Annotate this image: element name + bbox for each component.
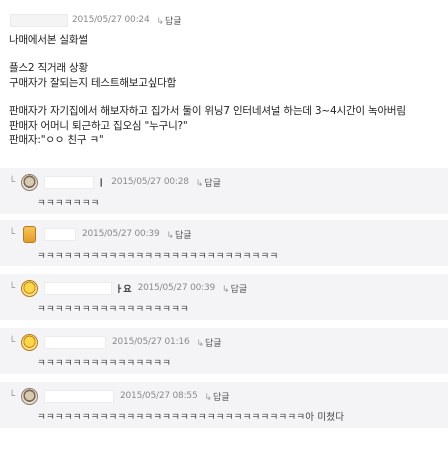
post: 2015/05/27 00:24 ↳답글 나매에서본 실화썰 플스2 직거래 상… xyxy=(0,0,448,168)
post-line: 판매자가 자기집에서 해보자하고 집가서 둘이 위닝7 인터네셔널 하는데 3~… xyxy=(9,105,406,118)
avatar-icon xyxy=(21,279,38,297)
commenter-name-redacted xyxy=(44,227,76,241)
comment-header: └ ㅏ요 2015/05/27 00:39 ↳답글 xyxy=(9,279,247,297)
avatar-icon xyxy=(21,173,38,191)
commenter-name-tail: ㅏ요 xyxy=(115,284,132,295)
reply-button[interactable]: ↳답글 xyxy=(222,282,247,295)
reply-label: 답글 xyxy=(175,230,192,241)
reply-label: 답글 xyxy=(204,178,221,189)
reply-button[interactable]: ↳답글 xyxy=(166,228,191,241)
comment-text: ㅋㅋㅋㅋㅋㅋㅋㅋㅋㅋㅋㅋㅋㅋㅋㅋㅋㅋㅋㅋㅋㅋㅋㅋㅋㅋㅋㅋㅋㅋ아 미쳤다 xyxy=(37,412,345,423)
reply-arrow-icon: ↳ xyxy=(166,230,175,241)
comment-text: ㅋㅋㅋㅋㅋㅋㅋ xyxy=(37,198,100,209)
author-name-redacted xyxy=(10,13,68,27)
avatar-icon xyxy=(21,333,38,351)
comment-header: └ 2015/05/27 00:39 ↳답글 xyxy=(9,225,192,243)
comment-header: └ ㅣ 2015/05/27 00:28 ↳답글 xyxy=(9,173,221,191)
reply-branch-icon: └ xyxy=(9,336,16,348)
reply-branch-icon: └ xyxy=(9,228,16,240)
reply-label: 답글 xyxy=(205,338,222,349)
reply-branch-icon: └ xyxy=(9,176,16,188)
reply-arrow-icon: ↳ xyxy=(204,392,213,403)
post-line: 판매자 어머니 퇴근하고 집오심 "누구니?" xyxy=(9,119,188,132)
post-paragraph: 나매에서본 실화썰 xyxy=(9,33,406,47)
commenter-name-redacted xyxy=(44,335,106,349)
commenter-name-redacted xyxy=(44,281,112,295)
reply-label: 답글 xyxy=(165,16,182,27)
commenter-name-redacted xyxy=(44,175,94,189)
comment: └ 2015/05/27 00:39 ↳답글 ㅋㅋㅋㅋㅋㅋㅋㅋㅋㅋㅋㅋㅋㅋㅋㅋㅋ… xyxy=(0,220,448,266)
reply-label: 답글 xyxy=(213,392,230,403)
reply-arrow-icon: ↳ xyxy=(156,16,165,27)
post-line: 플스2 직거래 상황 xyxy=(9,62,88,75)
reply-label: 답글 xyxy=(230,284,248,295)
comment: └ 2015/05/27 01:16 ↳답글 ㅋㅋㅋㅋㅋㅋㅋㅋㅋㅋㅋㅋㅋㅋㅋ xyxy=(0,328,448,374)
post-line: 판매자:"ㅇㅇ 친구 ㅋ" xyxy=(9,134,104,147)
reply-button[interactable]: ↳답글 xyxy=(204,390,229,403)
comment: └ 2015/05/27 08:55 ↳답글 ㅋㅋㅋㅋㅋㅋㅋㅋㅋㅋㅋㅋㅋㅋㅋㅋㅋ… xyxy=(0,382,448,428)
reply-arrow-icon: ↳ xyxy=(195,178,204,189)
comment-text: ㅋㅋㅋㅋㅋㅋㅋㅋㅋㅋㅋㅋㅋㅋㅋㅋㅋㅋㅋㅋㅋㅋㅋㅋㅋㅋㅋ xyxy=(37,251,279,262)
comment-header: └ 2015/05/27 01:16 ↳답글 xyxy=(9,333,222,351)
comment-text: ㅋㅋㅋㅋㅋㅋㅋㅋㅋㅋㅋㅋㅋㅋㅋㅋㅋ xyxy=(37,304,189,315)
reply-button[interactable]: ↳답글 xyxy=(196,336,221,349)
commenter-name-tail: ㅣ xyxy=(97,178,106,189)
post-paragraph: 판매자가 자기집에서 해보자하고 집가서 둘이 위닝7 인터네셔널 하는데 3~… xyxy=(9,104,406,147)
comment-date: 2015/05/27 00:28 xyxy=(111,177,189,187)
comment: └ ㅏ요 2015/05/27 00:39 ↳답글 ㅋㅋㅋㅋㅋㅋㅋㅋㅋㅋㅋㅋㅋㅋ… xyxy=(0,274,448,320)
commenter-name-redacted xyxy=(44,389,114,403)
reply-branch-icon: └ xyxy=(9,282,16,294)
comment-header: └ 2015/05/27 08:55 ↳답글 xyxy=(9,387,230,405)
avatar-icon xyxy=(23,225,36,243)
reply-arrow-icon: ↳ xyxy=(222,284,230,295)
post-body: 나매에서본 실화썰 플스2 직거래 상황 구매자가 잘되는지 테스트해보고싶다함… xyxy=(9,33,406,147)
comment-date: 2015/05/27 00:39 xyxy=(82,229,160,239)
post-line: 나매에서본 실화썰 xyxy=(9,34,88,46)
comment-date: 2015/05/27 01:16 xyxy=(112,337,190,347)
post-paragraph: 플스2 직거래 상황 구매자가 잘되는지 테스트해보고싶다함 xyxy=(9,61,406,90)
reply-arrow-icon: ↳ xyxy=(196,338,205,349)
reply-button[interactable]: ↳답글 xyxy=(156,14,181,27)
post-header: 2015/05/27 00:24 ↳답글 xyxy=(10,13,182,27)
reply-branch-icon: └ xyxy=(9,390,16,402)
reply-button[interactable]: ↳답글 xyxy=(196,176,221,189)
comment-date: 2015/05/27 08:55 xyxy=(120,391,198,401)
comment-text: ㅋㅋㅋㅋㅋㅋㅋㅋㅋㅋㅋㅋㅋㅋㅋ xyxy=(37,358,172,369)
comment-date: 2015/05/27 00:39 xyxy=(137,283,216,293)
avatar-icon xyxy=(21,387,38,405)
post-line: 구매자가 잘되는지 테스트해보고싶다함 xyxy=(9,76,177,89)
comment: └ ㅣ 2015/05/27 00:28 ↳답글 ㅋㅋㅋㅋㅋㅋㅋ xyxy=(0,168,448,214)
post-date: 2015/05/27 00:24 xyxy=(72,15,150,25)
